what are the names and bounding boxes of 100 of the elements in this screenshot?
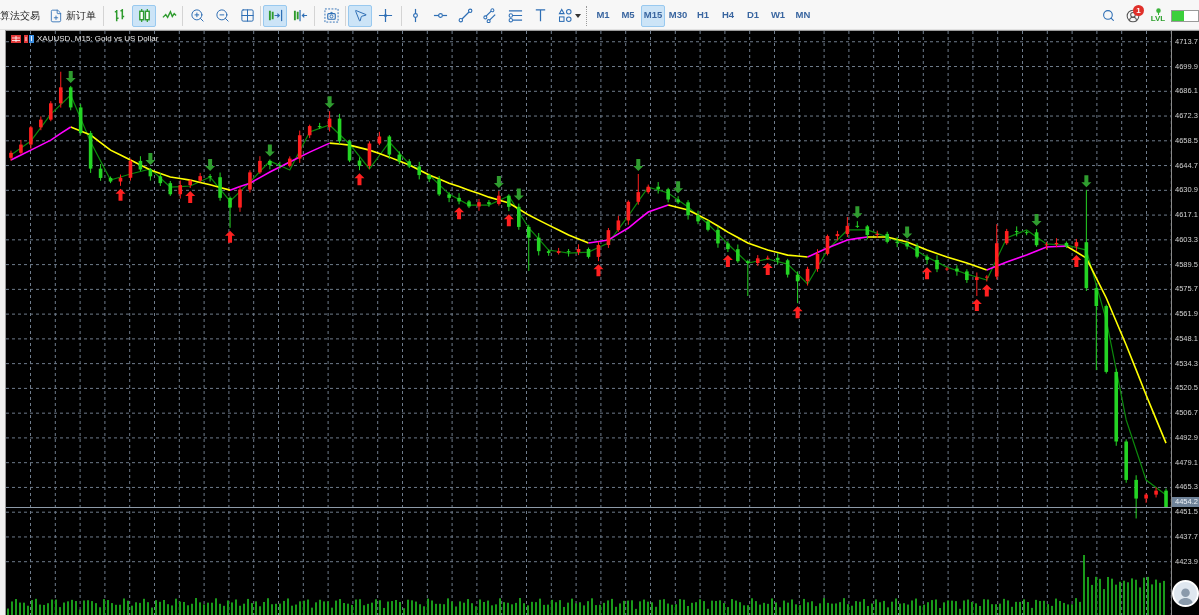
candlestick <box>726 240 730 253</box>
down-arrow-icon <box>673 181 684 194</box>
candlestick <box>746 259 750 297</box>
up-arrow-icon <box>185 191 196 203</box>
candlestick <box>925 254 929 265</box>
timeframe-tab[interactable]: M5 <box>616 4 640 27</box>
up-arrow-icon <box>971 299 982 311</box>
screenshot-icon <box>323 8 339 23</box>
candlestick <box>686 199 690 221</box>
up-arrow-icon <box>792 306 803 319</box>
down-arrow-icon <box>324 96 335 109</box>
candlestick <box>935 254 939 273</box>
up-arrow-icon <box>1071 255 1082 268</box>
tree-icon <box>1154 8 1162 15</box>
up-arrow-icon <box>981 284 992 297</box>
candlestick <box>208 173 212 183</box>
down-arrow-icon <box>1081 175 1092 188</box>
candlestick <box>636 173 641 206</box>
up-arrow-icon <box>762 262 773 275</box>
algo-trading-button[interactable]: 算法交易 <box>0 4 42 27</box>
candlestick <box>297 130 302 164</box>
avatar <box>1172 580 1199 607</box>
search-icon <box>1101 9 1115 22</box>
candlestick <box>905 240 909 250</box>
trend-line-icon <box>457 8 473 23</box>
candlestick <box>1144 492 1148 504</box>
candlestick <box>1154 486 1158 498</box>
profile-icon <box>1126 8 1140 23</box>
chart-type-button[interactable] <box>132 4 156 27</box>
candlestick <box>228 195 232 229</box>
channel-icon <box>482 8 498 23</box>
candlestick <box>526 224 531 272</box>
timeframe-tab[interactable]: M30 <box>666 4 690 27</box>
timeframe-tab[interactable]: MN <box>791 4 815 27</box>
candlestick <box>457 192 461 205</box>
new-order-button[interactable]: 新订单 <box>46 4 99 27</box>
down-arrow-icon <box>513 188 524 201</box>
grid-icon <box>239 8 255 23</box>
candlestick-chart-icon <box>136 8 152 23</box>
cursor-icon <box>352 8 368 23</box>
up-arrow-icon <box>354 173 365 186</box>
candlestick <box>477 198 481 212</box>
candlestick <box>49 100 53 122</box>
up-arrow-icon <box>722 255 733 268</box>
candlestick <box>29 125 33 150</box>
candlestick <box>895 236 899 248</box>
candlestick <box>218 172 222 202</box>
candlestick <box>68 85 73 111</box>
up-arrow-icon <box>115 188 126 201</box>
down-arrow-icon <box>145 153 156 166</box>
candlestick <box>487 199 491 208</box>
candlestick <box>58 71 63 109</box>
notification-badge: 1 <box>1133 4 1144 16</box>
chart-shift-button[interactable] <box>263 4 287 27</box>
down-arrow-icon <box>493 176 504 189</box>
timeframe-tab[interactable]: H1 <box>691 4 715 27</box>
document-plus-icon <box>49 8 63 23</box>
candlestick <box>497 190 501 207</box>
timeframe-tab[interactable]: W1 <box>766 4 790 27</box>
candlestick <box>39 115 43 131</box>
down-arrow-icon <box>1031 214 1042 227</box>
timeframe-tab[interactable]: H4 <box>716 4 740 27</box>
candlestick <box>536 232 541 256</box>
candlestick <box>676 195 680 205</box>
up-arrow-icon <box>593 264 604 277</box>
profile-button[interactable]: 1 <box>1121 4 1145 27</box>
bar-chart-icon <box>24 35 34 43</box>
chart-title: XAUUSD, M15: Gold vs US Dollar <box>37 34 159 44</box>
timeframe-tab[interactable]: M1 <box>591 4 615 27</box>
candlestick <box>517 203 521 231</box>
candlestick <box>238 185 242 213</box>
candlestick <box>447 191 451 203</box>
candlestick <box>716 226 720 249</box>
candlestick <box>9 150 13 162</box>
down-arrow-icon <box>264 144 275 157</box>
candlestick <box>975 271 979 297</box>
auto-scroll-icon <box>292 8 308 23</box>
down-arrow-icon <box>205 159 216 171</box>
candlestick <box>437 175 441 197</box>
candlestick <box>268 158 272 170</box>
down-arrow-icon <box>852 206 863 219</box>
caret-icon <box>574 13 581 18</box>
down-arrow-icon <box>633 159 644 171</box>
timeframe-tab[interactable]: D1 <box>741 4 765 27</box>
candlestick <box>248 169 252 193</box>
candlestick <box>945 266 949 272</box>
candlestick <box>696 210 700 225</box>
up-arrow-icon <box>922 267 933 280</box>
candlestick <box>1134 474 1138 519</box>
cursor-button[interactable] <box>348 4 372 27</box>
horizontal-levels-icon <box>507 8 523 23</box>
chart-shift-icon <box>267 8 283 23</box>
down-arrow-icon <box>902 226 913 239</box>
lvl-button[interactable]: LVL <box>1146 3 1170 28</box>
zoom-in-icon <box>189 8 205 23</box>
timeframe-tab[interactable]: M15 <box>641 4 665 27</box>
up-arrow-icon <box>503 214 514 227</box>
table-icon <box>11 35 21 43</box>
up-arrow-icon <box>454 207 465 220</box>
candlestick <box>178 179 183 200</box>
